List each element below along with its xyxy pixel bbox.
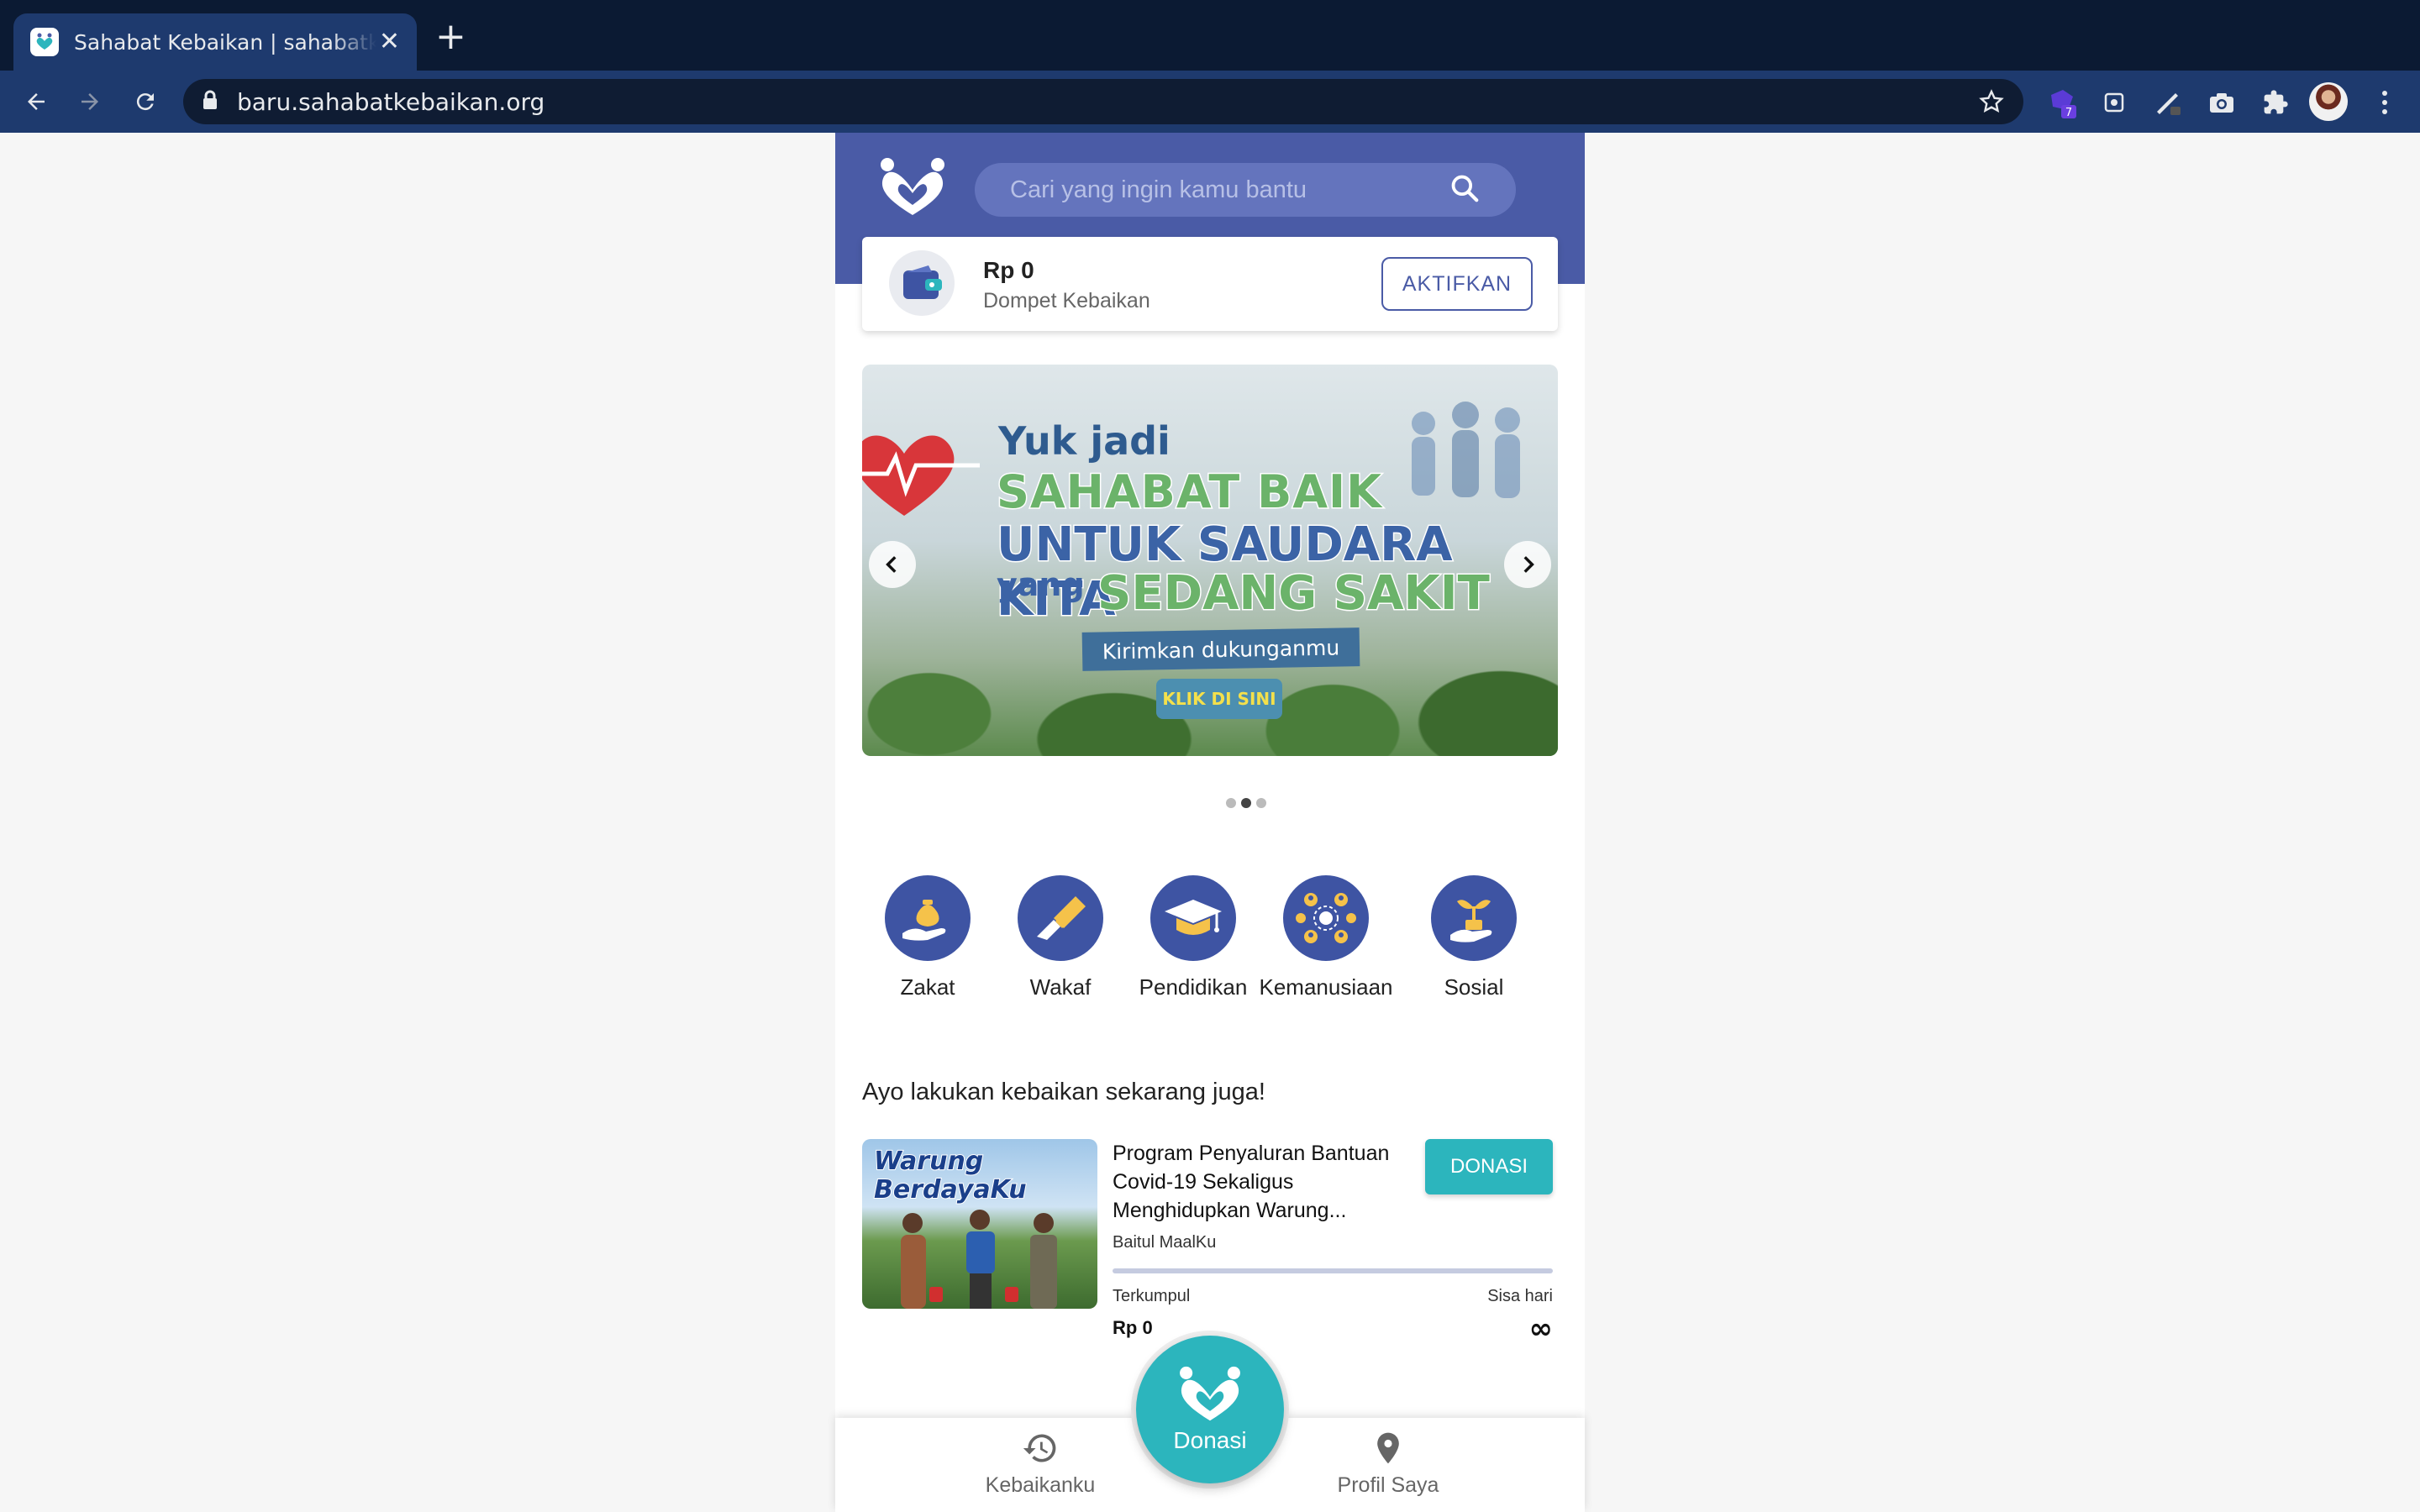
site-favicon-icon	[30, 28, 59, 56]
search-bar[interactable]	[975, 163, 1516, 217]
banner-headline-4b: SEDANG SAKIT	[1097, 565, 1491, 622]
history-icon	[1023, 1434, 1056, 1462]
extension-square-icon[interactable]	[2097, 86, 2131, 119]
people-illustration	[1412, 402, 1520, 498]
extension-camera-icon[interactable]	[2205, 86, 2238, 119]
donate-button[interactable]: DONASI	[1425, 1139, 1553, 1194]
collected-label: Terkumpul	[1113, 1287, 1191, 1305]
carousel-dot[interactable]	[1226, 798, 1236, 808]
banner-subtitle: Kirimkan dukunganmu	[1081, 627, 1360, 671]
category-sosial[interactable]: Sosial	[1400, 875, 1548, 1000]
browser-toolbar: baru.sahabatkebaikan.org 7	[0, 71, 2420, 133]
bookmark-star-icon[interactable]	[1978, 88, 2005, 118]
extensions-puzzle-icon[interactable]	[2259, 86, 2292, 119]
app-logo-icon[interactable]	[872, 156, 953, 218]
campaign-image-title: Warung BerdayaKu	[873, 1147, 1028, 1205]
app-logo-icon	[1180, 1366, 1240, 1421]
extension-badge: 7	[2065, 107, 2072, 118]
giving-hands-icon	[1018, 875, 1103, 961]
heart-pulse-icon	[862, 435, 980, 516]
tab-close-icon[interactable]: ✕	[379, 29, 400, 55]
reload-icon[interactable]	[128, 84, 163, 119]
category-label: Kemanusiaan	[1259, 974, 1393, 1000]
carousel-dots	[835, 798, 1585, 808]
remaining-days-value: ∞	[1528, 1312, 1553, 1346]
wallet-icon	[889, 250, 955, 316]
remaining-days-label: Sisa hari	[1487, 1287, 1553, 1305]
campaign-organization: Baitul MaalKu	[1113, 1233, 1217, 1252]
new-tab-icon[interactable]: +	[435, 18, 466, 55]
browser-tab[interactable]: Sahabat Kebaikan | sahabatkebaikan ✕	[13, 13, 417, 71]
carousel-prev-chevron-icon[interactable]	[869, 541, 916, 588]
back-arrow-icon[interactable]	[18, 84, 54, 119]
category-label: Sosial	[1444, 974, 1504, 1000]
category-label: Zakat	[900, 974, 955, 1000]
search-icon[interactable]	[1449, 172, 1481, 207]
carousel-dot[interactable]	[1256, 798, 1266, 808]
web-page: Rp 0 Dompet Kebaikan AKTIFKAN Yuk jadi S…	[0, 133, 2420, 1512]
promo-banner[interactable]: Yuk jadi SAHABAT BAIK UNTUK SAUDARA KITA…	[862, 365, 1558, 756]
category-label: Pendidikan	[1139, 974, 1248, 1000]
carousel-dot-active[interactable]	[1241, 798, 1251, 808]
people-photo	[901, 1210, 1057, 1309]
nav-kebaikanku[interactable]: Kebaikanku	[939, 1430, 1141, 1498]
people-network-icon	[1283, 875, 1369, 961]
campaign-title[interactable]: Program Penyaluran Bantuan Covid-19 Seka…	[1113, 1139, 1423, 1225]
activate-wallet-button[interactable]: AKTIFKAN	[1381, 257, 1533, 311]
banner-cta-button[interactable]: KLIK DI SINI	[1156, 679, 1282, 719]
donate-fab-button[interactable]: Donasi	[1136, 1336, 1284, 1483]
nav-label: Kebaikanku	[985, 1473, 1096, 1497]
mobile-app-container: Rp 0 Dompet Kebaikan AKTIFKAN Yuk jadi S…	[835, 133, 1585, 1512]
nav-label: Profil Saya	[1337, 1473, 1439, 1497]
wallet-card: Rp 0 Dompet Kebaikan AKTIFKAN	[862, 237, 1558, 331]
hand-money-bag-icon	[885, 875, 971, 961]
extension-shield-icon[interactable]: 7	[2045, 86, 2079, 119]
profile-avatar[interactable]	[2309, 82, 2348, 121]
nav-profil-saya[interactable]: Profil Saya	[1287, 1430, 1489, 1498]
category-pendidikan[interactable]: Pendidikan	[1119, 875, 1267, 1000]
wallet-label: Dompet Kebaikan	[983, 289, 1150, 312]
carousel-next-chevron-icon[interactable]	[1504, 541, 1551, 588]
plant-in-hand-icon	[1431, 875, 1517, 961]
browser-menu-icon[interactable]	[2368, 86, 2402, 119]
category-kemanusiaan[interactable]: Kemanusiaan	[1252, 875, 1400, 1000]
forward-arrow-icon[interactable]	[72, 84, 108, 119]
section-title: Ayo lakukan kebaikan sekarang juga!	[862, 1079, 1265, 1105]
category-zakat[interactable]: Zakat	[854, 875, 1002, 1000]
campaign-progress-bar	[1113, 1268, 1553, 1273]
banner-headline-4a: yang	[997, 566, 1085, 603]
category-label: Wakaf	[1029, 974, 1092, 1000]
banner-headline-2: SAHABAT BAIK	[996, 465, 1383, 520]
address-bar[interactable]: baru.sahabatkebaikan.org	[183, 79, 2023, 124]
lock-icon	[202, 90, 218, 113]
banner-headline-1: Yuk jadi	[998, 418, 1171, 464]
search-input[interactable]	[1010, 176, 1449, 204]
graduation-cap-icon	[1150, 875, 1236, 961]
campaign-image[interactable]: Warung BerdayaKu	[862, 1139, 1097, 1309]
wallet-balance: Rp 0	[983, 257, 1034, 283]
tab-title: Sahabat Kebaikan | sahabatkebaikan	[74, 29, 376, 55]
category-wakaf[interactable]: Wakaf	[986, 875, 1134, 1000]
campaign-card[interactable]: Warung BerdayaKu Program Penyaluran Bantu…	[862, 1139, 1558, 1346]
location-pin-icon	[1377, 1432, 1399, 1464]
fab-label: Donasi	[1173, 1427, 1247, 1453]
url-text: baru.sahabatkebaikan.org	[237, 87, 545, 116]
browser-tab-strip: Sahabat Kebaikan | sahabatkebaikan ✕ +	[0, 0, 2420, 71]
collected-value: Rp 0	[1113, 1317, 1153, 1338]
extension-pen-icon[interactable]	[2151, 86, 2185, 119]
